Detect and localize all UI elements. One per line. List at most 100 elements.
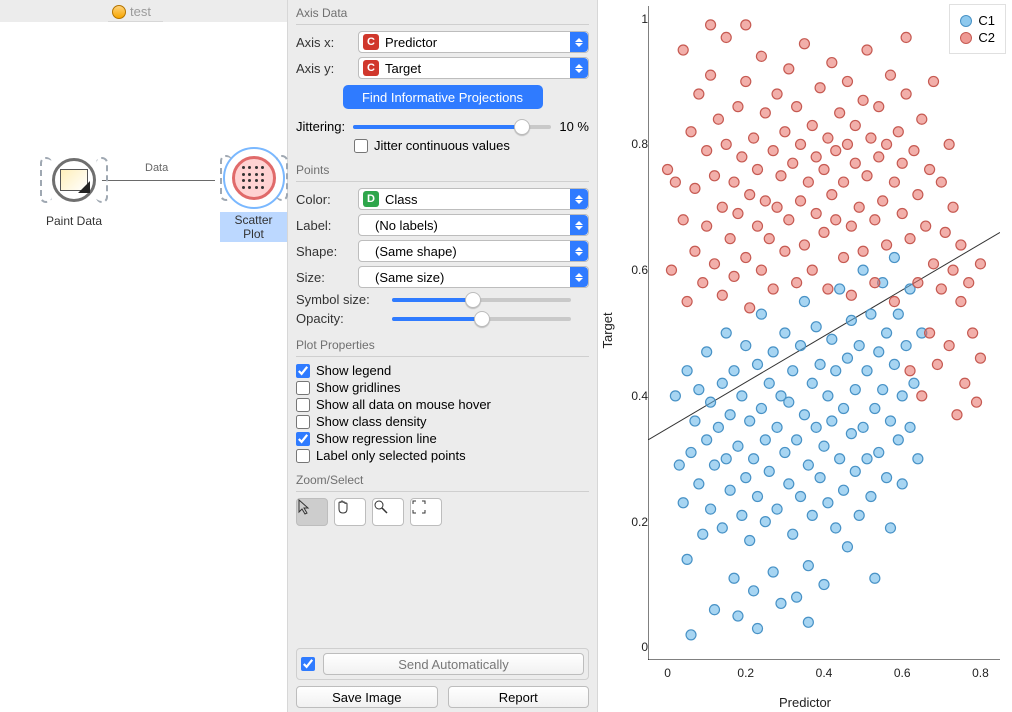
save-image-button[interactable]: Save Image — [296, 686, 438, 708]
symbol-size-label: Symbol size: — [296, 292, 384, 307]
fit-tool-button[interactable] — [410, 498, 442, 526]
show-hover-checkbox[interactable] — [296, 398, 310, 412]
y-tick: 0 — [618, 640, 648, 654]
shape-label: Shape: — [296, 244, 350, 259]
x-tick: 0.6 — [894, 666, 911, 680]
y-tick: 1 — [618, 12, 648, 26]
y-tick: 0.6 — [618, 263, 648, 277]
color-label: Color: — [296, 192, 350, 207]
opacity-label: Opacity: — [296, 311, 384, 326]
size-combo[interactable]: (Same size) — [358, 266, 589, 288]
shape-combo[interactable]: (Same shape) — [358, 240, 589, 262]
legend[interactable]: C1 C2 — [949, 4, 1006, 54]
x-tick: 0 — [664, 666, 671, 680]
show-regression-checkbox[interactable] — [296, 432, 310, 446]
axis-data-group: Axis Data Axis x: C Predictor Axis y: C … — [296, 6, 589, 155]
legend-item-c2[interactable]: C2 — [960, 30, 995, 45]
send-auto-button[interactable]: Send Automatically — [323, 653, 584, 675]
size-label: Size: — [296, 270, 350, 285]
axis-data-title: Axis Data — [296, 6, 589, 20]
plot-area[interactable] — [648, 6, 1000, 660]
points-group: Points Color: DClass Label: (No labels) … — [296, 163, 589, 330]
edge-label: Data — [145, 162, 168, 174]
settings-panel: Axis Data Axis x: C Predictor Axis y: C … — [288, 0, 598, 712]
node-paint-data[interactable]: Paint Data — [46, 152, 102, 228]
report-button[interactable]: Report — [448, 686, 590, 708]
plot-properties-group: Plot Properties Show legend Show gridlin… — [296, 338, 589, 465]
y-tick: 0.2 — [618, 515, 648, 529]
cursor-icon — [297, 499, 327, 525]
chevron-updown-icon — [570, 241, 588, 261]
node-scatter-plot[interactable]: Scatter Plot — [220, 150, 287, 242]
zoom-select-group: Zoom/Select — [296, 473, 589, 526]
jitter-label: Jittering: — [296, 119, 345, 134]
symbol-size-slider[interactable] — [392, 298, 571, 302]
show-gridlines-checkbox[interactable] — [296, 381, 310, 395]
zoom-select-title: Zoom/Select — [296, 473, 589, 487]
chevron-updown-icon — [570, 189, 588, 209]
y-axis: 0 0.2 0.4 0.6 0.8 1 — [618, 6, 648, 660]
show-gridlines-label: Show gridlines — [316, 380, 401, 395]
magnifier-icon — [373, 499, 403, 525]
continuous-icon: C — [363, 60, 379, 76]
node-paint-data-label: Paint Data — [46, 214, 102, 228]
legend-swatch-c2 — [960, 32, 972, 44]
discrete-icon: D — [363, 191, 379, 207]
hand-icon — [335, 499, 365, 525]
jitter-continuous-label: Jitter continuous values — [374, 138, 510, 153]
chevron-updown-icon — [570, 215, 588, 235]
y-tick: 0.4 — [618, 389, 648, 403]
zoom-tool-button[interactable] — [372, 498, 404, 526]
jitter-value: 10 % — [559, 119, 589, 134]
label-selected-checkbox[interactable] — [296, 449, 310, 463]
x-tick: 0.2 — [737, 666, 754, 680]
show-legend-checkbox[interactable] — [296, 364, 310, 378]
chevron-updown-icon — [570, 58, 588, 78]
shape-value: (Same shape) — [375, 244, 457, 259]
opacity-slider[interactable] — [392, 317, 571, 321]
orange-app-icon — [112, 5, 126, 19]
show-hover-label: Show all data on mouse hover — [316, 397, 491, 412]
show-density-label: Show class density — [316, 414, 427, 429]
pan-tool-button[interactable] — [334, 498, 366, 526]
fullscreen-icon — [411, 499, 441, 525]
plot-properties-title: Plot Properties — [296, 338, 589, 352]
y-tick: 0.8 — [618, 137, 648, 151]
axis-x-combo[interactable]: C Predictor — [358, 31, 589, 53]
workflow-canvas: test Data Paint Data Scatter Plot — [0, 0, 288, 712]
label-selected-label: Label only selected points — [316, 448, 466, 463]
scatter-plot[interactable]: Target Predictor 00.20.40.60.81 00.20.40… — [598, 0, 1012, 712]
x-axis: 0 0.2 0.4 0.6 0.8 — [648, 662, 1000, 692]
legend-label-c1: C1 — [978, 13, 995, 28]
x-axis-label: Predictor — [779, 695, 831, 710]
scatter-plot-icon — [232, 156, 276, 200]
color-combo[interactable]: D Class — [358, 188, 589, 210]
legend-item-c1[interactable]: C1 — [960, 13, 995, 28]
points-title: Points — [296, 163, 589, 177]
x-tick: 0.4 — [816, 666, 833, 680]
axis-y-combo[interactable]: C Target — [358, 57, 589, 79]
legend-swatch-c1 — [960, 15, 972, 27]
y-axis-label: Target — [600, 312, 615, 348]
tab-test[interactable]: test — [108, 0, 163, 22]
jitter-slider[interactable] — [353, 125, 551, 129]
continuous-icon: C — [363, 34, 379, 50]
axis-x-label: Axis x: — [296, 35, 350, 50]
axis-y-value: Target — [385, 61, 421, 76]
label-label: Label: — [296, 218, 350, 233]
size-value: (Same size) — [375, 270, 444, 285]
x-tick: 0.8 — [972, 666, 989, 680]
legend-label-c2: C2 — [978, 30, 995, 45]
label-value: (No labels) — [375, 218, 438, 233]
jitter-continuous-checkbox[interactable] — [354, 139, 368, 153]
show-density-checkbox[interactable] — [296, 415, 310, 429]
edge-data[interactable] — [100, 180, 215, 181]
find-projections-button[interactable]: Find Informative Projections — [343, 85, 543, 109]
arrow-tool-button[interactable] — [296, 498, 328, 526]
send-auto-checkbox[interactable] — [301, 657, 315, 671]
axis-y-label: Axis y: — [296, 61, 350, 76]
chevron-updown-icon — [570, 267, 588, 287]
label-combo[interactable]: (No labels) — [358, 214, 589, 236]
paint-data-icon — [52, 158, 96, 202]
color-value: Class — [385, 192, 418, 207]
